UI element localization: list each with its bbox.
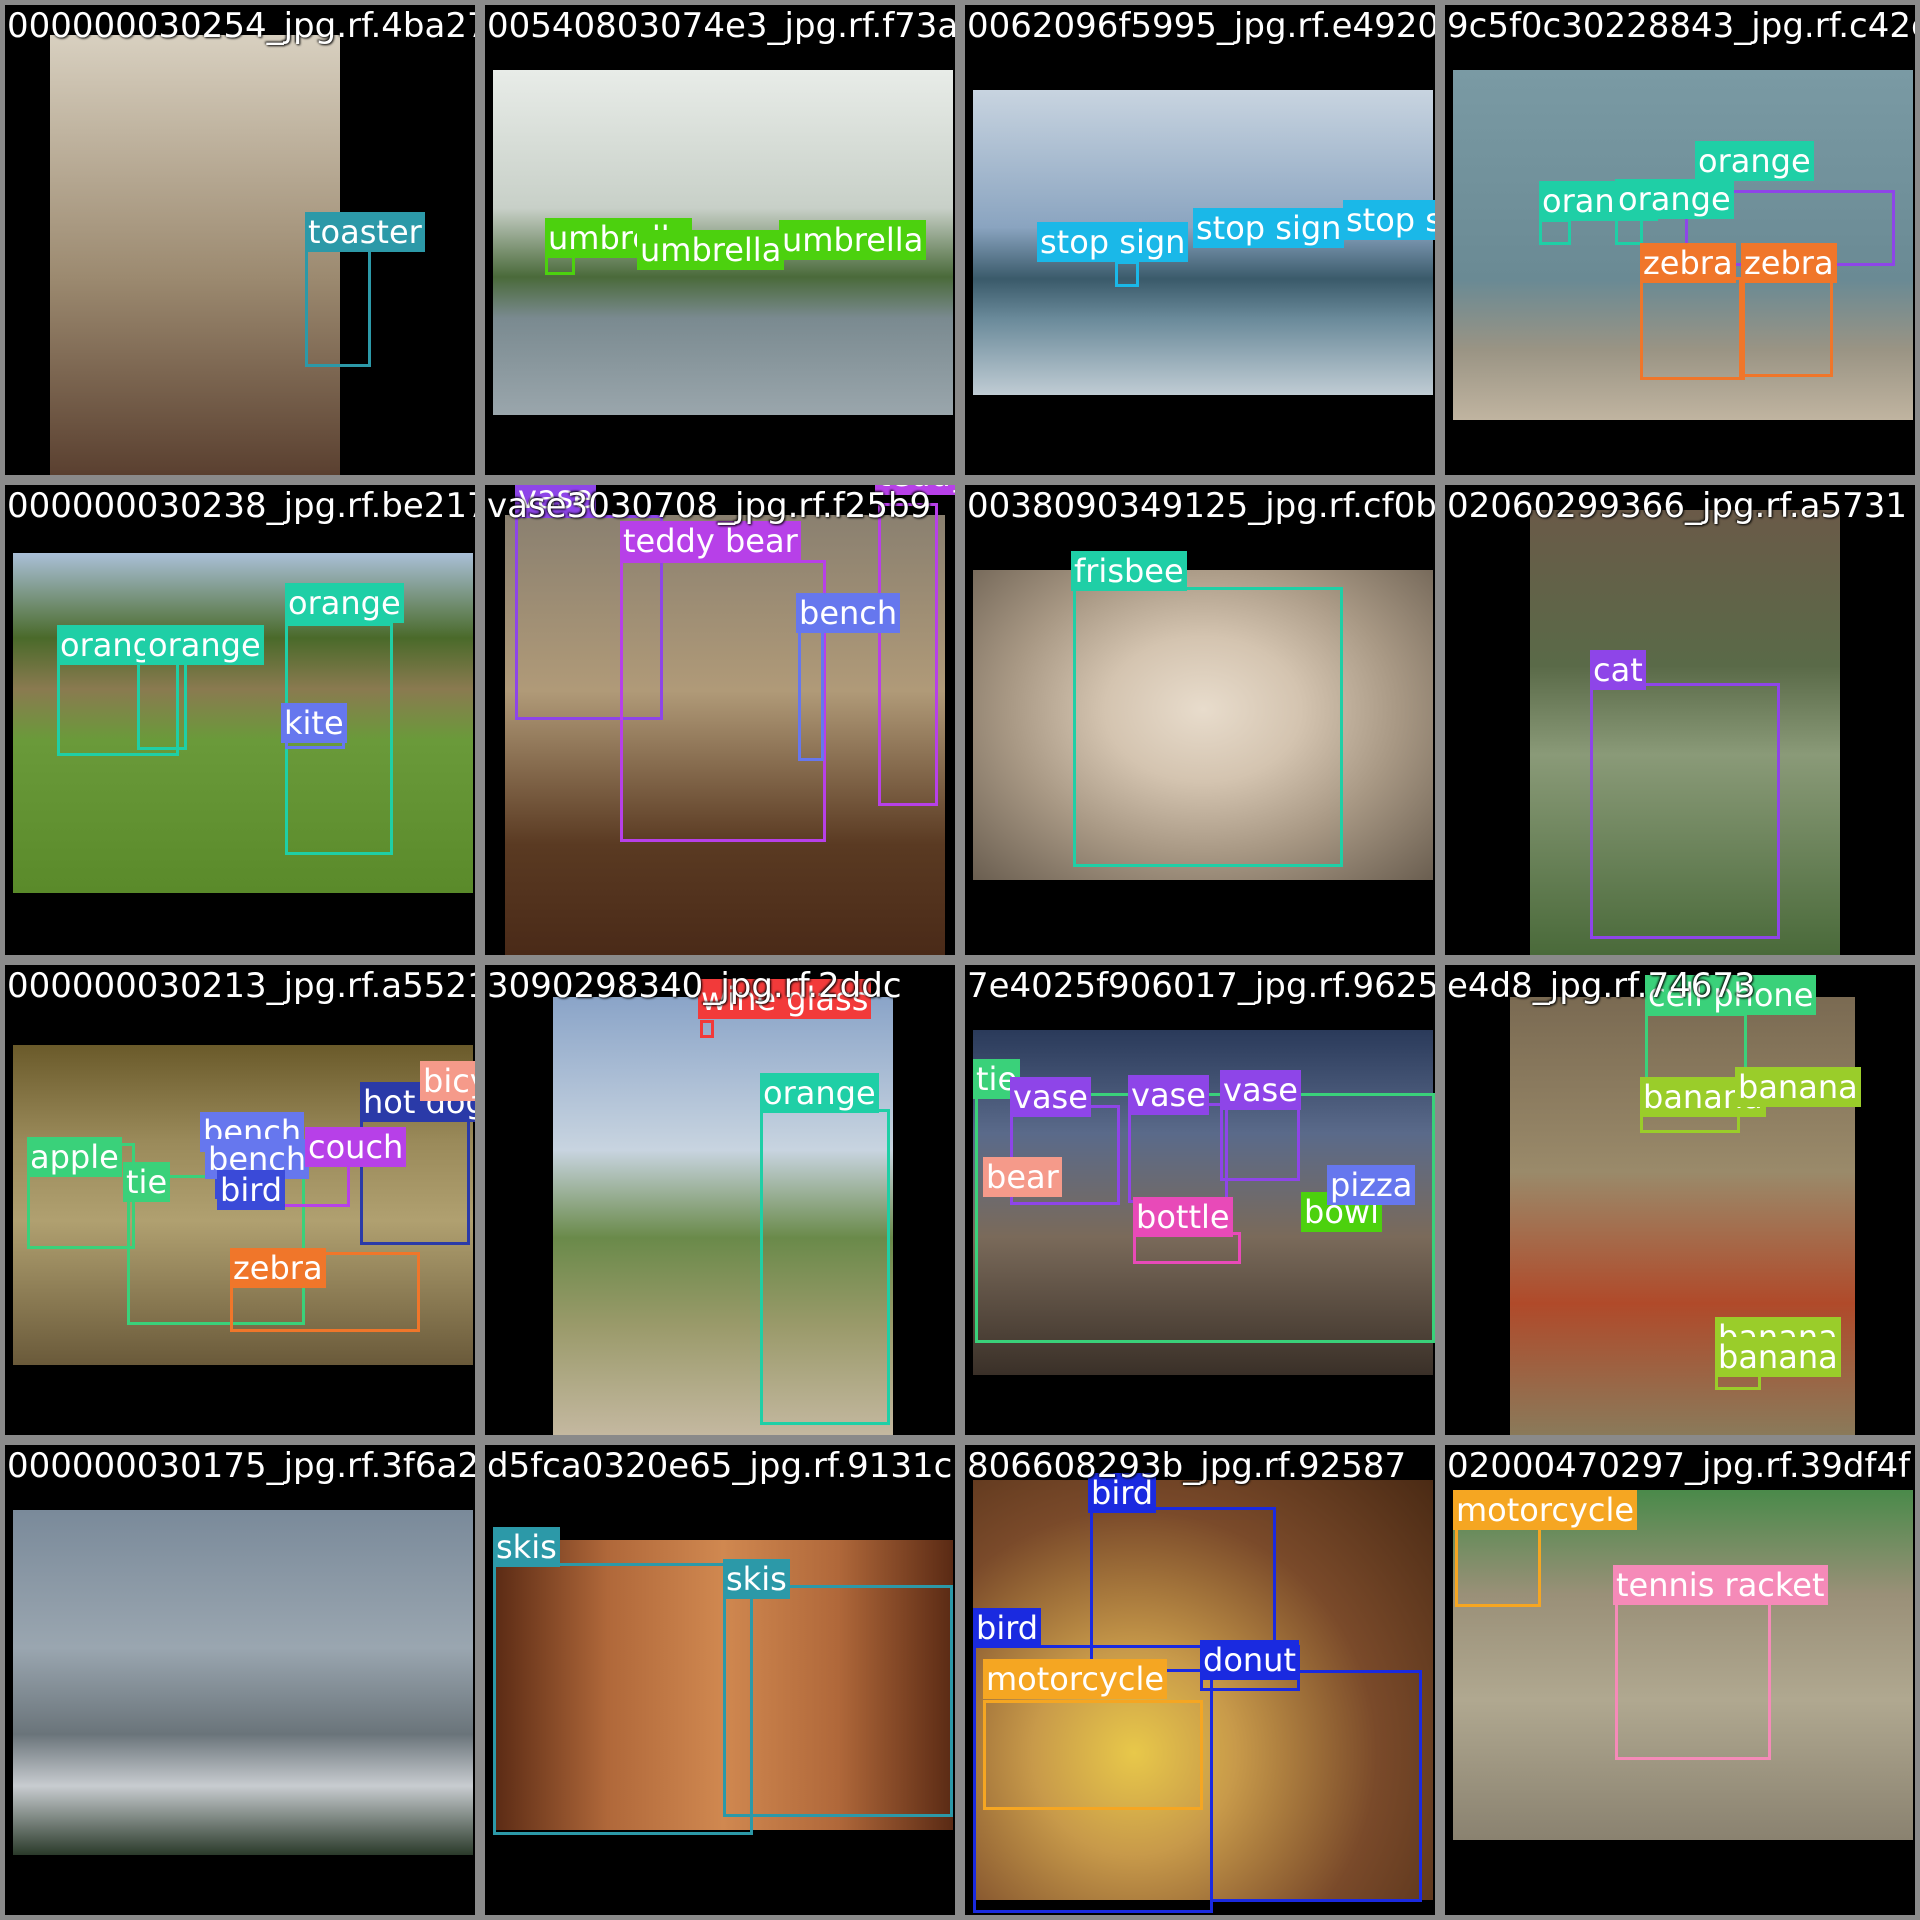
tile-2: 00540803074e3_jpg.rf.f73a0c06209691599 u… <box>480 0 960 480</box>
detection-label: umbrella <box>637 230 785 270</box>
detection-label: teddy bear <box>620 521 801 561</box>
detection-box <box>1739 277 1833 377</box>
filename-label: 02000470297_jpg.rf.39df4f <box>1447 1446 1911 1486</box>
filename-label: vase3030708_jpg.rf.f25b9 <box>487 486 932 526</box>
detection-label: bear <box>983 1157 1062 1197</box>
detection-label: vase <box>1128 1075 1209 1115</box>
detection-label: skis <box>493 1527 560 1567</box>
detection-box <box>1455 1525 1541 1607</box>
detection-label: vase <box>1220 1070 1301 1110</box>
tile-5: 000000030238_jpg.rf.be2175 orange orange… <box>0 480 480 960</box>
mosaic-grid: 000000030254_jpg.rf.4ba27405408030743462… <box>0 0 1920 1920</box>
detection-box <box>1590 683 1780 939</box>
filename-label: 000000030254_jpg.rf.4ba27405408030743462 <box>7 6 480 46</box>
detection-label: bird <box>217 1170 286 1210</box>
detection-box <box>305 247 371 367</box>
tile-7: 0038090349125_jpg.rf.cf0bae frisbee <box>960 480 1440 960</box>
detection-label: motorcycle <box>1453 1490 1638 1530</box>
detection-box <box>1615 217 1643 245</box>
detection-label: bicycle <box>420 1061 475 1101</box>
detection-label: zebra <box>230 1248 326 1288</box>
detection-box <box>1073 587 1343 867</box>
tile-6: vase3030708_jpg.rf.f25b9 vase teddy bear… <box>480 480 960 960</box>
detection-label: skis <box>723 1559 790 1599</box>
tile-16: 02000470297_jpg.rf.39df4f motorcycle ten… <box>1440 1440 1920 1920</box>
detection-label: couch <box>305 1127 407 1167</box>
tile-8: 02060299366_jpg.rf.a5731 cat <box>1440 480 1920 960</box>
filename-label: 00540803074e3_jpg.rf.f73a0c06209691599 <box>487 6 959 46</box>
tile-14: d5fca0320e65_jpg.rf.9131c70 skis skis <box>480 1440 960 1920</box>
filename-label: 02060299366_jpg.rf.a5731 <box>1447 486 1908 526</box>
detection-label: zebra <box>1741 243 1837 283</box>
detection-label: bird <box>973 1608 1042 1648</box>
filename-label: 000000030175_jpg.rf.3f6a2 <box>7 1446 479 1486</box>
detection-label: orange <box>760 1073 879 1113</box>
detection-label: toaster <box>305 212 425 252</box>
filename-label: 0038090349125_jpg.rf.cf0bae <box>967 486 1440 526</box>
detection-box <box>1220 1105 1300 1181</box>
filename-label: 000000030213_jpg.rf.a55213 <box>7 966 480 1006</box>
detection-box <box>1539 219 1571 245</box>
detection-label: banana <box>1715 1337 1841 1377</box>
detection-box <box>1615 1600 1771 1760</box>
detection-label: bench <box>796 593 901 633</box>
detection-box <box>760 1109 890 1425</box>
detection-label: cat <box>1590 650 1646 690</box>
detection-box <box>983 1700 1203 1810</box>
detection-label: orange <box>285 583 404 623</box>
tile-1: 000000030254_jpg.rf.4ba27405408030743462… <box>0 0 480 480</box>
detection-label: stop sign <box>1343 200 1435 240</box>
filename-label: 000000030238_jpg.rf.be2175 <box>7 486 480 526</box>
filename-label: e4d8_jpg.rf.74673 <box>1447 966 1756 1006</box>
detection-box <box>1115 261 1139 287</box>
tile-11: 7e4025f906017_jpg.rf.96250478010 tie vas… <box>960 960 1440 1440</box>
detection-label: frisbee <box>1071 551 1187 591</box>
detection-box <box>1128 1103 1228 1203</box>
detection-box <box>493 1563 753 1835</box>
tile-10: 3090298340_jpg.rf.2ddc wine glass orange <box>480 960 960 1440</box>
detection-label: umbrella <box>779 220 927 260</box>
detection-label: tennis racket <box>1613 1565 1828 1605</box>
tile-3: 0062096f5995_jpg.rf.e4920c5f003022843 st… <box>960 0 1440 480</box>
photo <box>13 1510 473 1855</box>
photo <box>50 35 340 475</box>
detection-label: motorcycle <box>983 1659 1168 1699</box>
detection-label: banana <box>1735 1067 1861 1107</box>
detection-label: orange <box>145 625 264 665</box>
filename-label: 806608293b_jpg.rf.92587 <box>967 1446 1407 1486</box>
detection-box <box>878 503 938 806</box>
detection-label: pizza <box>1327 1165 1416 1205</box>
filename-label: 3090298340_jpg.rf.2ddc <box>487 966 902 1006</box>
detection-label: kite <box>281 703 347 743</box>
detection-label: zebra <box>1640 243 1736 283</box>
tile-13: 000000030175_jpg.rf.3f6a2 <box>0 1440 480 1920</box>
detection-box <box>1640 277 1745 380</box>
tile-4: 9c5f0c30228843_jpg.rf.c42cb orange orang… <box>1440 0 1920 480</box>
detection-label: orange <box>1615 179 1734 219</box>
tile-9: 000000030213_jpg.rf.a55213 apple tie ben… <box>0 960 480 1440</box>
detection-box <box>723 1585 953 1817</box>
detection-label: stop sign <box>1037 222 1189 262</box>
filename-label: 7e4025f906017_jpg.rf.96250478010 <box>967 966 1440 1006</box>
filename-label: 0062096f5995_jpg.rf.e4920c5f003022843 <box>967 6 1440 46</box>
tile-12: e4d8_jpg.rf.74673 cell phone banana bana… <box>1440 960 1920 1440</box>
detection-label: tie <box>123 1162 171 1202</box>
filename-label: d5fca0320e65_jpg.rf.9131c70 <box>487 1446 960 1486</box>
detection-label: orange <box>1695 141 1814 181</box>
detection-label: apple <box>27 1137 122 1177</box>
detection-label: bottle <box>1133 1197 1233 1237</box>
detection-label: donut <box>1200 1640 1299 1680</box>
filename-label: 9c5f0c30228843_jpg.rf.c42cb <box>1447 6 1920 46</box>
detection-label: vase <box>1010 1077 1091 1117</box>
detection-box <box>1210 1670 1422 1902</box>
tile-15: 806608293b_jpg.rf.92587 bird bird motorc… <box>960 1440 1440 1920</box>
detection-box <box>700 1020 714 1038</box>
detection-label: stop sign <box>1193 208 1345 248</box>
